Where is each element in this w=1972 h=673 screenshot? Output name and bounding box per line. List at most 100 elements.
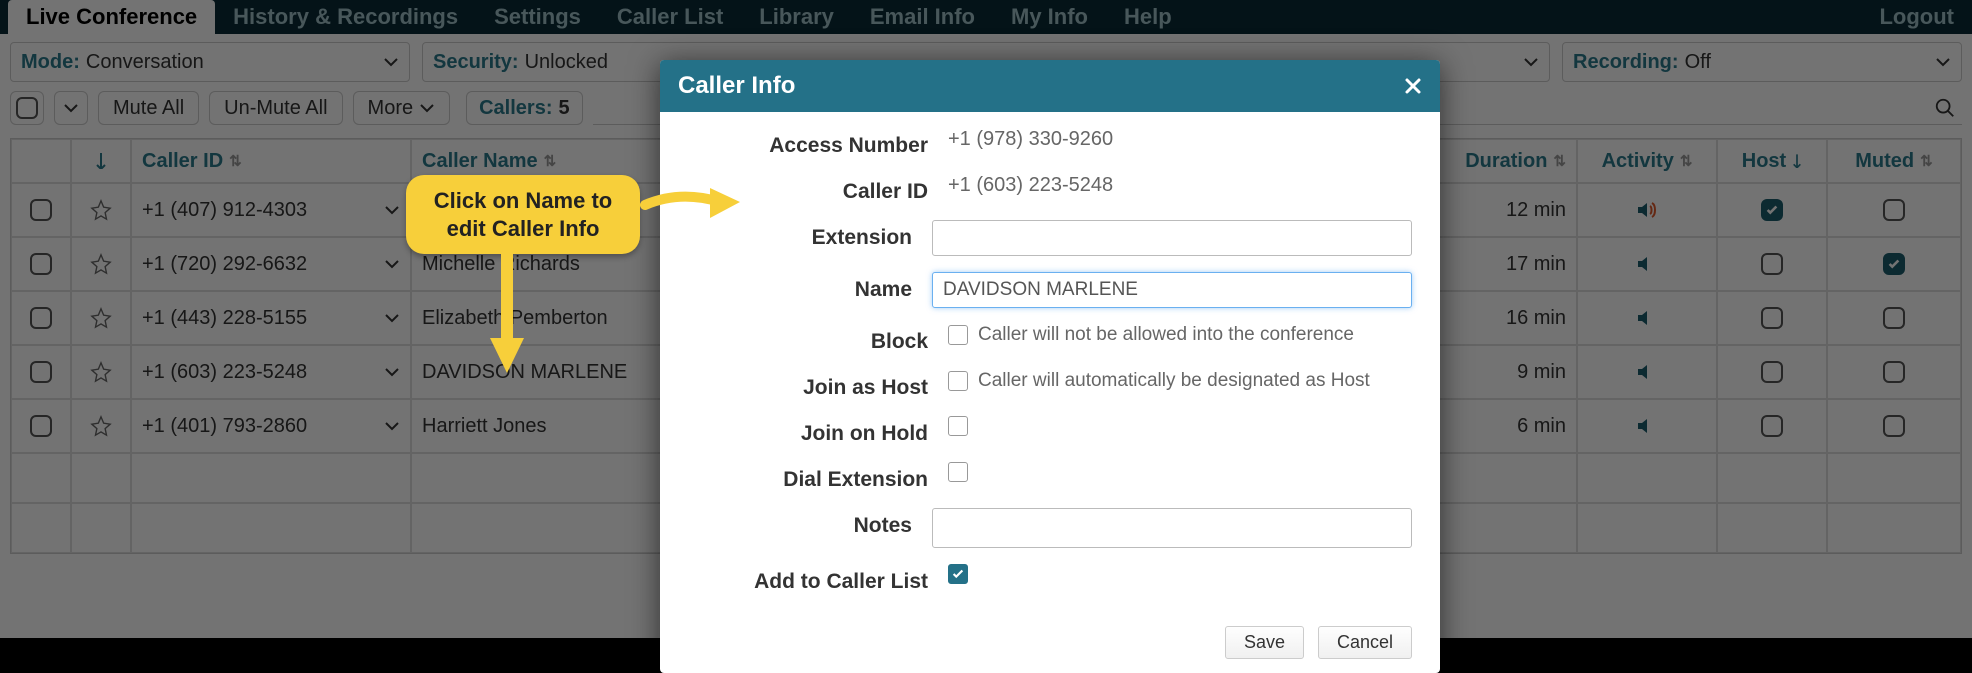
security-value: Unlocked (525, 51, 608, 74)
logout-link[interactable]: Logout (1869, 0, 1964, 34)
cell-muted-checkbox[interactable] (1827, 345, 1961, 399)
chevron-down-icon (384, 310, 400, 326)
row-checkbox[interactable] (11, 183, 71, 237)
chevron-down-icon (384, 364, 400, 380)
tab-history-recordings[interactable]: History & Recordings (215, 0, 476, 34)
block-label: Block (688, 324, 948, 354)
cell-host-checkbox[interactable] (1717, 237, 1827, 291)
more-button[interactable]: More (353, 91, 451, 125)
col-header-host[interactable]: Host (1717, 139, 1827, 183)
tab-settings[interactable]: Settings (476, 0, 599, 34)
callout-text: Click on Name to edit Caller Info (434, 188, 612, 241)
cell-caller-id[interactable]: +1 (401) 793-2860 (131, 399, 411, 453)
cell-activity (1577, 237, 1717, 291)
row-checkbox[interactable] (11, 399, 71, 453)
cell-caller-id[interactable]: +1 (603) 223-5248 (131, 345, 411, 399)
add-to-caller-list-checkbox[interactable] (948, 564, 968, 584)
tab-live-conference[interactable]: Live Conference (8, 0, 215, 34)
bulk-action-dropdown[interactable] (54, 91, 88, 125)
select-all-checkbox[interactable] (10, 91, 44, 125)
arrow-right-icon (640, 180, 750, 230)
cell-activity (1577, 399, 1717, 453)
cell-duration: 9 min (1429, 345, 1577, 399)
name-label: Name (688, 272, 932, 302)
col-header-duration[interactable]: Duration ⇅ (1429, 139, 1577, 183)
chevron-down-icon (384, 418, 400, 434)
favorite-star[interactable] (71, 345, 131, 399)
caller-name-header-label: Caller Name (422, 150, 538, 173)
tab-email-info[interactable]: Email Info (852, 0, 993, 34)
recording-dropdown[interactable]: Recording: Off (1562, 42, 1962, 82)
mode-dropdown[interactable]: Mode: Conversation (10, 42, 410, 82)
favorite-star[interactable] (71, 237, 131, 291)
extension-input[interactable] (932, 220, 1412, 256)
caller-id-value: +1 (603) 223-5248 (948, 174, 1412, 197)
callers-count: 5 (558, 97, 569, 120)
join-host-hint: Caller will automatically be designated … (978, 370, 1370, 392)
cell-muted-checkbox[interactable] (1827, 399, 1961, 453)
caller-id-text: +1 (401) 793-2860 (142, 415, 307, 438)
favorite-star[interactable] (71, 291, 131, 345)
callers-label: Callers: (479, 97, 552, 120)
tab-caller-list[interactable]: Caller List (599, 0, 741, 34)
cancel-button[interactable]: Cancel (1318, 626, 1412, 659)
cell-caller-id[interactable]: +1 (720) 292-6632 (131, 237, 411, 291)
dial-extension-label: Dial Extension (688, 462, 948, 492)
mute-all-button[interactable]: Mute All (98, 91, 199, 125)
col-header-favorite[interactable] (71, 139, 131, 183)
join-hold-checkbox[interactable] (948, 416, 968, 436)
chevron-down-icon (1511, 54, 1539, 70)
block-checkbox[interactable] (948, 325, 968, 345)
join-host-label: Join as Host (688, 370, 948, 400)
cell-activity (1577, 291, 1717, 345)
row-checkbox[interactable] (11, 237, 71, 291)
chevron-down-icon (384, 256, 400, 272)
col-header-caller-id[interactable]: Caller ID ⇅ (131, 139, 411, 183)
join-host-checkbox[interactable] (948, 371, 968, 391)
cell-muted-checkbox[interactable] (1827, 183, 1961, 237)
cell-host-checkbox[interactable] (1717, 345, 1827, 399)
sort-icon: ⇅ (229, 152, 242, 170)
block-hint: Caller will not be allowed into the conf… (978, 324, 1354, 346)
cell-duration: 17 min (1429, 237, 1577, 291)
unmute-all-button[interactable]: Un-Mute All (209, 91, 342, 125)
save-button[interactable]: Save (1225, 626, 1304, 659)
cell-caller-id[interactable]: +1 (407) 912-4303 (131, 183, 411, 237)
cell-muted-checkbox[interactable] (1827, 291, 1961, 345)
favorite-star[interactable] (71, 183, 131, 237)
row-checkbox[interactable] (11, 345, 71, 399)
col-header-muted[interactable]: Muted ⇅ (1827, 139, 1961, 183)
host-header-label: Host (1742, 150, 1786, 173)
sort-icon: ⇅ (1920, 152, 1933, 170)
join-hold-label: Join on Hold (688, 416, 948, 446)
caller-id-text: +1 (603) 223-5248 (142, 361, 307, 384)
more-label: More (368, 97, 414, 120)
sort-icon: ⇅ (1553, 152, 1566, 170)
cell-activity (1577, 183, 1717, 237)
chevron-down-icon (384, 202, 400, 218)
access-number-value: +1 (978) 330-9260 (948, 128, 1412, 151)
cell-host-checkbox[interactable] (1717, 291, 1827, 345)
caller-name-text: Harriett Jones (422, 415, 547, 438)
favorite-star[interactable] (71, 399, 131, 453)
cell-duration: 16 min (1429, 291, 1577, 345)
cell-host-checkbox[interactable] (1717, 399, 1827, 453)
dial-extension-checkbox[interactable] (948, 462, 968, 482)
name-input[interactable] (932, 272, 1412, 308)
sort-icon: ⇅ (1680, 152, 1693, 170)
cell-caller-id[interactable]: +1 (443) 228-5155 (131, 291, 411, 345)
chevron-down-icon (371, 54, 399, 70)
close-icon[interactable] (1404, 77, 1422, 95)
callers-counter: Callers: 5 (466, 91, 583, 125)
tab-library[interactable]: Library (741, 0, 852, 34)
tab-my-info[interactable]: My Info (993, 0, 1106, 34)
col-header-activity[interactable]: Activity ⇅ (1577, 139, 1717, 183)
cell-host-checkbox[interactable] (1717, 183, 1827, 237)
caller-info-modal: Caller Info Access Number +1 (978) 330-9… (660, 60, 1440, 673)
notes-textarea[interactable] (932, 508, 1412, 548)
tab-help[interactable]: Help (1106, 0, 1190, 34)
mode-label: Mode: (21, 51, 80, 74)
row-checkbox[interactable] (11, 291, 71, 345)
caller-id-text: +1 (720) 292-6632 (142, 253, 307, 276)
cell-muted-checkbox[interactable] (1827, 237, 1961, 291)
